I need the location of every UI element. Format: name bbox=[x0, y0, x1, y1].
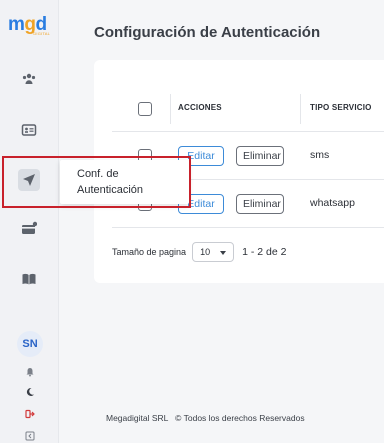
table-header: ACCIONES TIPO SERVICIO bbox=[112, 86, 384, 132]
sidebar-tooltip: Conf. de Autenticación bbox=[60, 160, 189, 204]
logo-letter-m: m bbox=[8, 14, 25, 35]
moon-icon bbox=[26, 387, 34, 396]
footer-text: Megadigital SRL © Todos los derechos Res… bbox=[106, 413, 305, 423]
brand-logo[interactable]: mgd DIGITAL bbox=[8, 14, 50, 42]
page-size-select[interactable]: 10 bbox=[192, 242, 235, 262]
column-divider bbox=[300, 94, 301, 124]
logout-button[interactable] bbox=[24, 408, 36, 420]
collapse-sidebar-button[interactable] bbox=[24, 430, 36, 442]
user-avatar[interactable]: SN bbox=[17, 331, 43, 357]
contact-card-icon bbox=[21, 124, 37, 136]
team-icon bbox=[22, 73, 36, 84]
pagination: Tamaño de pagina 10 1 - 2 de 2 bbox=[112, 241, 286, 263]
delete-button[interactable]: Eliminar bbox=[236, 146, 284, 166]
column-header-acciones[interactable]: ACCIONES bbox=[178, 103, 222, 112]
logo-subtitle: DIGITAL bbox=[33, 31, 50, 36]
sidebar-item-team[interactable] bbox=[20, 70, 38, 88]
delete-button[interactable]: Eliminar bbox=[236, 194, 284, 214]
service-type-cell: sms bbox=[310, 149, 330, 161]
send-icon bbox=[23, 174, 35, 186]
column-divider bbox=[170, 94, 171, 124]
payment-card-icon bbox=[22, 221, 37, 234]
tooltip-line-2: Autenticación bbox=[77, 184, 144, 196]
column-header-tipo-servicio[interactable]: TIPO SERVICIO bbox=[310, 103, 372, 112]
page-size-value: 10 bbox=[200, 247, 211, 257]
chevron-down-icon bbox=[220, 251, 227, 255]
sidebar-item-contacts[interactable] bbox=[20, 121, 38, 139]
page-size-label: Tamaño de pagina bbox=[112, 247, 187, 257]
sidebar-item-docs[interactable] bbox=[20, 270, 38, 288]
logout-icon bbox=[25, 409, 35, 419]
tooltip-line-1: Conf. de bbox=[77, 168, 119, 180]
sidebar: mgd DIGITAL SN bbox=[0, 0, 59, 443]
collapse-icon bbox=[25, 431, 35, 441]
theme-toggle[interactable] bbox=[24, 386, 36, 398]
book-icon bbox=[22, 273, 36, 285]
page-title: Configuración de Autenticación bbox=[94, 24, 321, 41]
sidebar-item-payments[interactable] bbox=[20, 220, 38, 238]
bell-icon bbox=[26, 368, 34, 377]
notifications-button[interactable] bbox=[24, 366, 36, 378]
pagination-range: 1 - 2 de 2 bbox=[242, 246, 287, 258]
service-type-cell: whatsapp bbox=[310, 197, 355, 209]
select-all-checkbox[interactable] bbox=[138, 102, 152, 116]
sidebar-item-auth-config[interactable] bbox=[18, 169, 40, 191]
